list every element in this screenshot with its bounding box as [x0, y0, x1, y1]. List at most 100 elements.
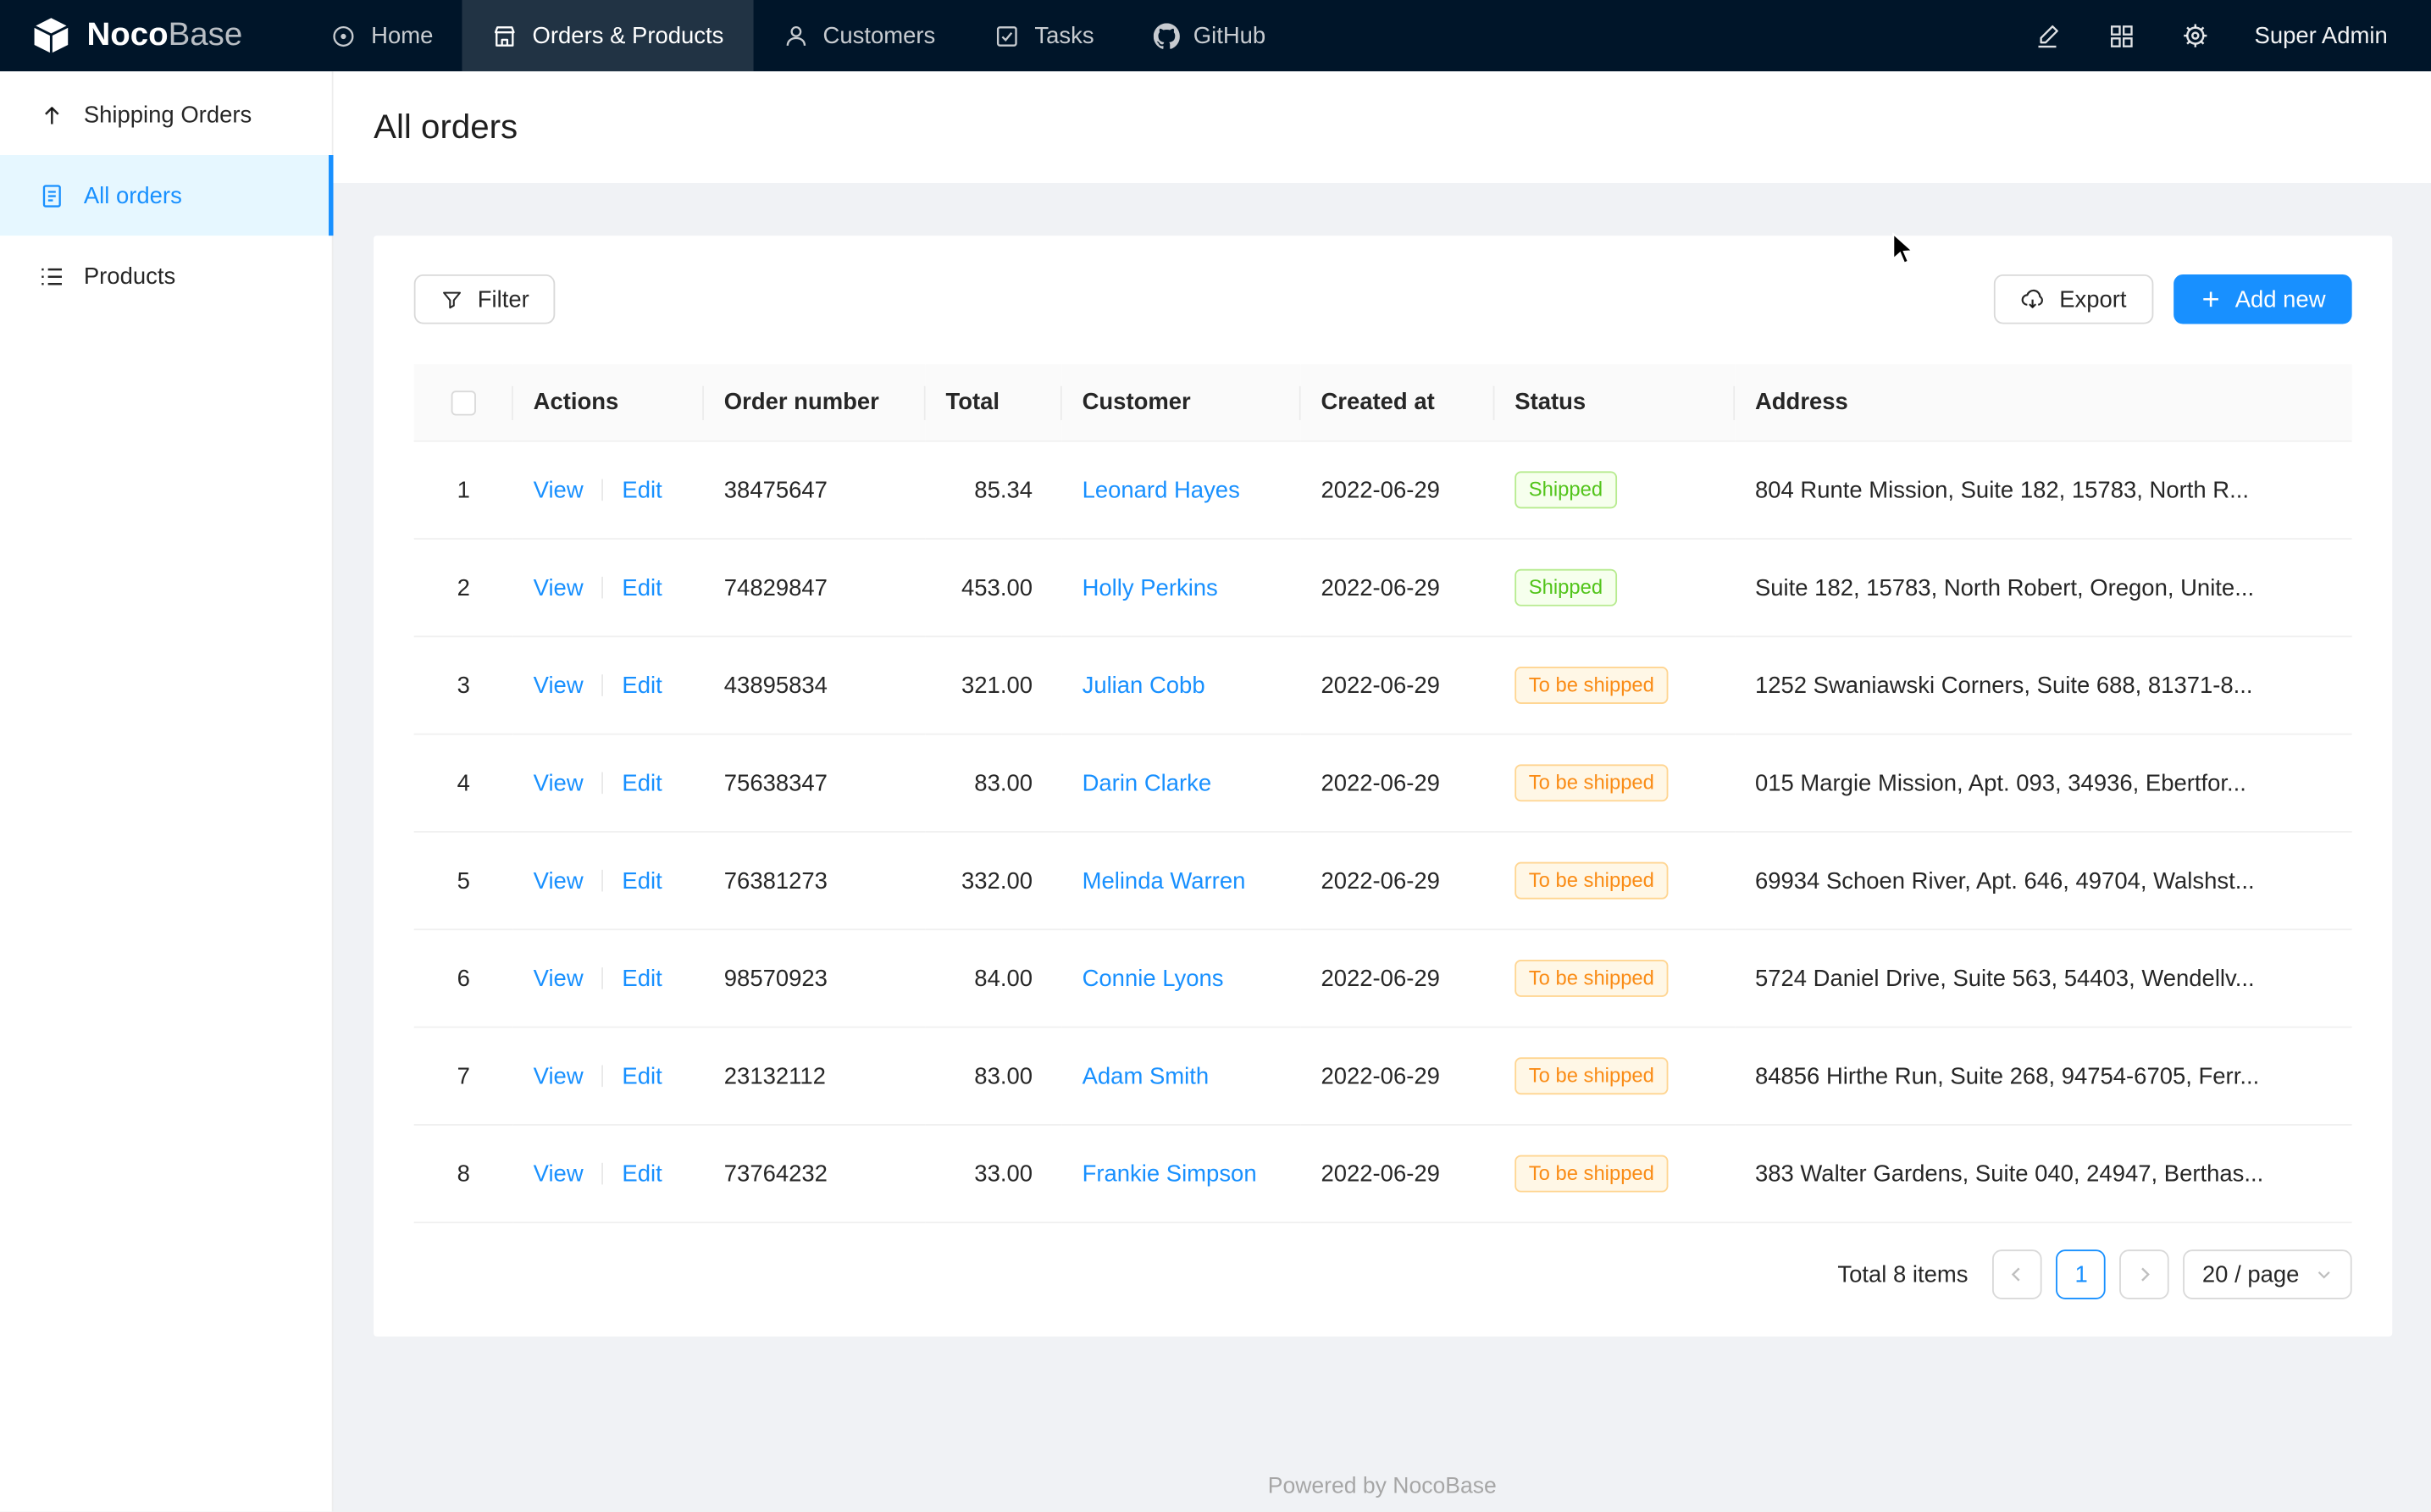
- export-button[interactable]: Export: [1994, 274, 2152, 324]
- select-all-checkbox[interactable]: [451, 390, 476, 414]
- status-badge: To be shipped: [1515, 960, 1668, 997]
- table-toolbar: Filter Export Add new: [414, 274, 2352, 324]
- order-file-icon: [39, 182, 65, 208]
- divider: [602, 673, 604, 695]
- row-index: 4: [414, 734, 513, 832]
- created-at: 2022-06-29: [1301, 1125, 1495, 1222]
- table-row: 5 ViewEdit 76381273 332.00 Melinda Warre…: [414, 832, 2352, 929]
- nav-item-tasks[interactable]: Tasks: [965, 0, 1123, 71]
- edit-link[interactable]: Edit: [622, 672, 662, 698]
- prev-page-button[interactable]: [1993, 1249, 2043, 1299]
- blocks-icon: [2108, 23, 2135, 49]
- customer-link[interactable]: Julian Cobb: [1083, 672, 1205, 698]
- address: Suite 182, 15783, North Robert, Oregon, …: [1735, 539, 2351, 636]
- customer-link[interactable]: Leonard Hayes: [1083, 477, 1240, 503]
- order-number: 23132112: [704, 1027, 926, 1125]
- sidebar-item-shipping-orders[interactable]: Shipping Orders: [0, 75, 332, 155]
- user-menu[interactable]: Super Admin: [2233, 23, 2409, 49]
- sidebar-item-all-orders[interactable]: All orders: [0, 155, 332, 235]
- order-total: 83.00: [926, 1027, 1062, 1125]
- view-link[interactable]: View: [534, 965, 584, 991]
- order-number: 74829847: [704, 539, 926, 636]
- customer-link[interactable]: Holly Perkins: [1083, 574, 1218, 601]
- edit-link[interactable]: Edit: [622, 770, 662, 796]
- created-at: 2022-06-29: [1301, 1027, 1495, 1125]
- row-index: 6: [414, 929, 513, 1027]
- order-total: 321.00: [926, 636, 1062, 734]
- order-total: 85.34: [926, 441, 1062, 539]
- status-badge: Shipped: [1515, 569, 1616, 606]
- row-index: 8: [414, 1125, 513, 1222]
- content-area: Filter Export Add new: [334, 183, 2431, 1512]
- edit-link[interactable]: Edit: [622, 1063, 662, 1089]
- plugins-button[interactable]: [2084, 0, 2158, 71]
- edit-link[interactable]: Edit: [622, 965, 662, 991]
- address: 1252 Swaniawski Corners, Suite 688, 8137…: [1735, 636, 2351, 734]
- order-total: 332.00: [926, 832, 1062, 929]
- logo-text-secondary: Base: [169, 17, 243, 53]
- customer-link[interactable]: Darin Clarke: [1083, 770, 1212, 796]
- page-button-1[interactable]: 1: [2057, 1249, 2107, 1299]
- table-row: 6 ViewEdit 98570923 84.00 Connie Lyons 2…: [414, 929, 2352, 1027]
- nav-label: GitHub: [1193, 23, 1265, 49]
- view-link[interactable]: View: [534, 574, 584, 601]
- view-link[interactable]: View: [534, 672, 584, 698]
- divider: [602, 966, 604, 989]
- view-link[interactable]: View: [534, 1160, 584, 1187]
- column-header-address: Address: [1735, 364, 2351, 441]
- divider: [602, 1065, 604, 1087]
- cloud-download-icon: [2020, 287, 2045, 312]
- edit-link[interactable]: Edit: [622, 867, 662, 894]
- add-new-button[interactable]: Add new: [2173, 274, 2351, 324]
- created-at: 2022-06-29: [1301, 734, 1495, 832]
- page-size-value: 20 / page: [2202, 1261, 2300, 1288]
- address: 804 Runte Mission, Suite 182, 15783, Nor…: [1735, 441, 2351, 539]
- settings-button[interactable]: [2158, 0, 2233, 71]
- sidebar-item-label: All orders: [84, 182, 182, 208]
- nav-item-orders-products[interactable]: Orders & Products: [462, 0, 753, 71]
- topbar-actions: Super Admin: [2009, 0, 2431, 71]
- column-header-order-number: Order number: [704, 364, 926, 441]
- customer-link[interactable]: Connie Lyons: [1083, 965, 1224, 991]
- status-badge: To be shipped: [1515, 667, 1668, 704]
- order-number: 76381273: [704, 832, 926, 929]
- row-index: 3: [414, 636, 513, 734]
- order-number: 73764232: [704, 1125, 926, 1222]
- created-at: 2022-06-29: [1301, 929, 1495, 1027]
- edit-link[interactable]: Edit: [622, 477, 662, 503]
- list-icon: [39, 263, 65, 289]
- edit-link[interactable]: Edit: [622, 1160, 662, 1187]
- address: 84856 Hirthe Run, Suite 268, 94754-6705,…: [1735, 1027, 2351, 1125]
- filter-button[interactable]: Filter: [414, 274, 556, 324]
- nav-item-home[interactable]: Home: [302, 0, 462, 71]
- page-size-select[interactable]: 20 / page: [2184, 1249, 2352, 1299]
- sidebar-item-label: Shipping Orders: [84, 102, 252, 128]
- check-square-icon: [994, 23, 1021, 49]
- next-page-button[interactable]: [2120, 1249, 2170, 1299]
- customer-link[interactable]: Melinda Warren: [1083, 867, 1246, 894]
- nav-label: Home: [371, 23, 433, 49]
- shop-icon: [492, 23, 518, 49]
- row-index: 2: [414, 539, 513, 636]
- edit-link[interactable]: Edit: [622, 574, 662, 601]
- status-badge: Shipped: [1515, 471, 1616, 508]
- home-icon: [331, 23, 357, 49]
- view-link[interactable]: View: [534, 867, 584, 894]
- customer-link[interactable]: Frankie Simpson: [1083, 1160, 1257, 1187]
- nav-label: Customers: [823, 23, 936, 49]
- customer-link[interactable]: Adam Smith: [1083, 1063, 1210, 1089]
- arrow-up-icon: [39, 102, 65, 128]
- view-link[interactable]: View: [534, 477, 584, 503]
- view-link[interactable]: View: [534, 770, 584, 796]
- nav-item-customers[interactable]: Customers: [753, 0, 965, 71]
- page-title: All orders: [374, 107, 518, 147]
- nav-item-github[interactable]: GitHub: [1123, 0, 1295, 71]
- sidebar-item-products[interactable]: Products: [0, 235, 332, 316]
- gear-icon: [2182, 22, 2210, 50]
- nav-label: Tasks: [1034, 23, 1094, 49]
- ui-editor-button[interactable]: [2009, 0, 2084, 71]
- created-at: 2022-06-29: [1301, 539, 1495, 636]
- created-at: 2022-06-29: [1301, 832, 1495, 929]
- nocobase-logo[interactable]: NocoBase: [0, 0, 274, 71]
- view-link[interactable]: View: [534, 1063, 584, 1089]
